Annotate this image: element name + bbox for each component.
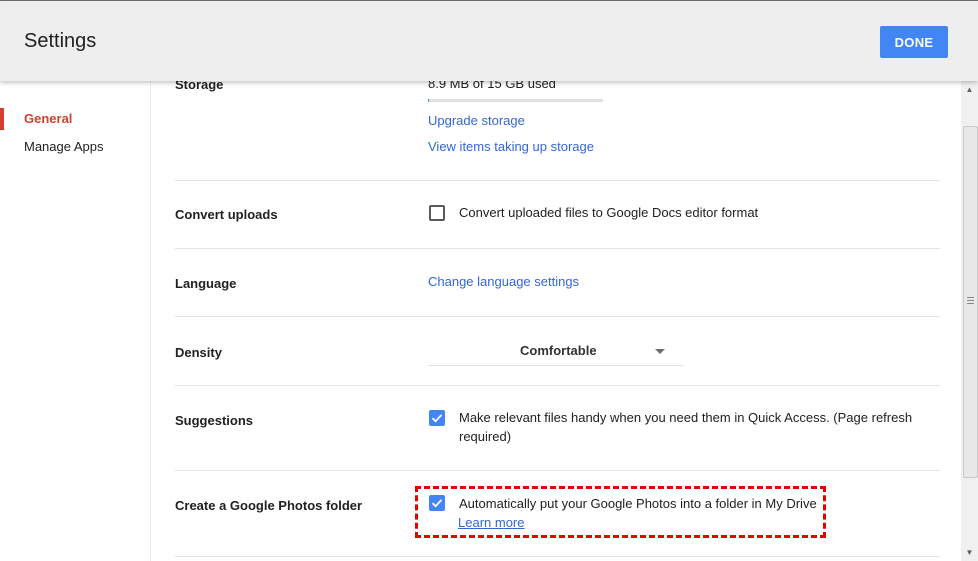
storage-usage-bar [428, 99, 603, 102]
page-title: Settings [24, 30, 97, 52]
suggestions-checkbox-label: Make relevant files handy when you need … [459, 410, 913, 444]
convert-uploads-label: Convert uploads [175, 207, 278, 222]
scroll-down-arrow-icon[interactable]: ▼ [961, 544, 978, 561]
upgrade-storage-link[interactable]: Upgrade storage [428, 113, 525, 128]
suggestions-checkbox[interactable] [429, 410, 445, 426]
settings-header: Settings DONE [0, 1, 978, 81]
settings-content: Storage 8.9 MB of 15 GB used Upgrade sto… [175, 0, 940, 561]
density-label: Density [175, 345, 222, 360]
scrollbar-thumb[interactable] [963, 126, 978, 478]
density-dropdown[interactable]: Comfortable [428, 335, 683, 366]
grip-icon [967, 297, 974, 306]
dropdown-arrow-icon [655, 349, 665, 354]
convert-uploads-checkbox[interactable] [429, 205, 445, 221]
done-button[interactable]: DONE [880, 26, 948, 58]
sidebar-item-general[interactable]: General [0, 107, 150, 131]
scroll-up-arrow-icon[interactable]: ▲ [961, 81, 978, 98]
convert-uploads-row: Convert uploads Convert uploaded files t… [175, 181, 940, 249]
sidebar-item-manage-apps[interactable]: Manage Apps [0, 135, 150, 159]
suggestions-label: Suggestions [175, 413, 254, 428]
suggestions-row: Suggestions Make relevant files handy wh… [175, 386, 940, 471]
view-items-storage-link[interactable]: View items taking up storage [428, 139, 594, 154]
language-label: Language [175, 276, 237, 291]
photos-folder-label: Create a Google Photos folder [175, 498, 363, 513]
checkmark-icon [431, 414, 443, 423]
sidebar: General Manage Apps [0, 81, 151, 561]
density-selected-value: Comfortable [520, 343, 597, 358]
convert-uploads-checkbox-label: Convert uploaded files to Google Docs ed… [459, 205, 759, 220]
language-row: Language Change language settings [175, 249, 940, 317]
vertical-scrollbar[interactable]: ▲ ▼ [961, 81, 978, 561]
change-language-link[interactable]: Change language settings [428, 274, 579, 289]
highlight-annotation-box [415, 486, 826, 538]
